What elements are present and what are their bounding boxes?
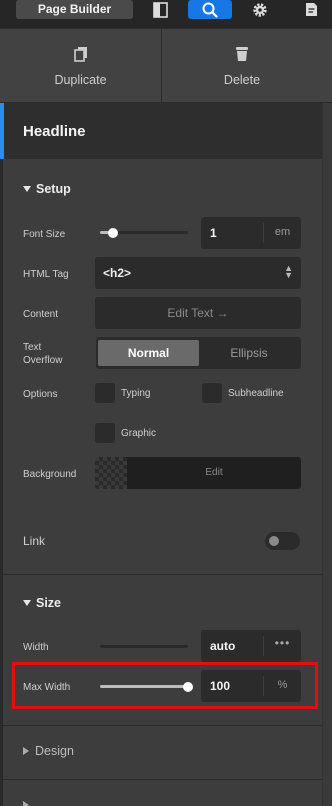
overflow-ellipsis-option[interactable]: Ellipsis: [199, 340, 299, 366]
highlight-box: [12, 662, 318, 709]
section-divider: [3, 779, 322, 780]
caret-down-icon: [23, 600, 31, 606]
duplicate-button[interactable]: Duplicate: [0, 29, 162, 103]
section-divider: [3, 574, 322, 575]
font-size-value: 1: [210, 226, 217, 240]
background-label: Background: [23, 469, 77, 480]
updown-chevron-icon: ▲ ▼: [284, 263, 293, 280]
html-tag-label: HTML Tag: [23, 269, 69, 280]
text-overflow-label-line1: Text: [23, 342, 42, 353]
graphic-label: Graphic: [121, 428, 157, 439]
font-size-input[interactable]: 1 em: [201, 217, 301, 249]
link-toggle[interactable]: [265, 532, 300, 550]
duplicate-label: Duplicate: [54, 72, 107, 87]
more-options-icon[interactable]: •••: [264, 636, 301, 650]
section-divider: [3, 725, 322, 726]
link-toggle-knob: [269, 536, 279, 546]
scrollbar[interactable]: [322, 28, 332, 806]
typing-checkbox[interactable]: [95, 383, 115, 403]
search-icon[interactable]: [188, 0, 232, 19]
font-size-slider-knob[interactable]: [108, 227, 118, 238]
width-label: Width: [23, 642, 49, 653]
gear-icon[interactable]: [248, 0, 272, 19]
section-setup-header[interactable]: Setup: [23, 182, 71, 196]
width-value: auto: [210, 639, 236, 653]
overflow-normal-option[interactable]: Normal: [98, 340, 199, 366]
section-size-title: Size: [36, 596, 62, 610]
background-swatch[interactable]: [95, 457, 127, 489]
typing-label: Typing: [121, 388, 151, 399]
text-overflow-toggle: Normal Ellipsis: [96, 337, 301, 369]
html-tag-select[interactable]: <h2> ▲ ▼: [95, 257, 301, 289]
width-input[interactable]: auto •••: [201, 630, 301, 662]
content-label: Content: [23, 309, 59, 320]
page-builder-button[interactable]: Page Builder: [16, 0, 133, 19]
font-size-label: Font Size: [23, 229, 66, 240]
graphic-checkbox[interactable]: [95, 423, 115, 443]
caret-right-icon: [23, 747, 29, 755]
text-overflow-label-line2: Overflow: [23, 355, 63, 366]
options-label: Options: [23, 389, 58, 400]
edit-text-button[interactable]: Edit Text →: [95, 297, 301, 329]
background-edit-button[interactable]: Edit: [127, 457, 301, 489]
delete-button[interactable]: Delete: [162, 29, 322, 103]
caret-right-icon: [23, 801, 29, 806]
html-tag-value: <h2>: [103, 266, 132, 280]
width-slider[interactable]: [100, 645, 188, 648]
element-title: Headline: [23, 123, 86, 140]
top-toolbar: Page Builder: [0, 0, 332, 28]
page-icon[interactable]: [302, 0, 320, 19]
next-section-header[interactable]: [23, 798, 35, 806]
section-setup-title: Setup: [36, 182, 71, 196]
element-title-bar: Headline: [0, 103, 322, 159]
section-design-title: Design: [35, 744, 74, 758]
section-design-header[interactable]: Design: [23, 744, 74, 758]
subheadline-checkbox[interactable]: [202, 383, 222, 403]
element-actions: Duplicate Delete: [0, 28, 332, 103]
subheadline-label: Subheadline: [228, 388, 284, 399]
panel-icon[interactable]: [150, 0, 170, 19]
duplicate-icon: [73, 46, 87, 62]
delete-label: Delete: [223, 72, 261, 87]
text-overflow-label: Text Overflow: [23, 341, 62, 367]
font-size-slider[interactable]: [100, 227, 188, 238]
font-size-unit[interactable]: em: [264, 226, 301, 238]
caret-down-icon: [23, 186, 31, 192]
link-label: Link: [23, 534, 46, 548]
section-size-header[interactable]: Size: [23, 596, 61, 610]
trash-icon: [236, 46, 248, 61]
